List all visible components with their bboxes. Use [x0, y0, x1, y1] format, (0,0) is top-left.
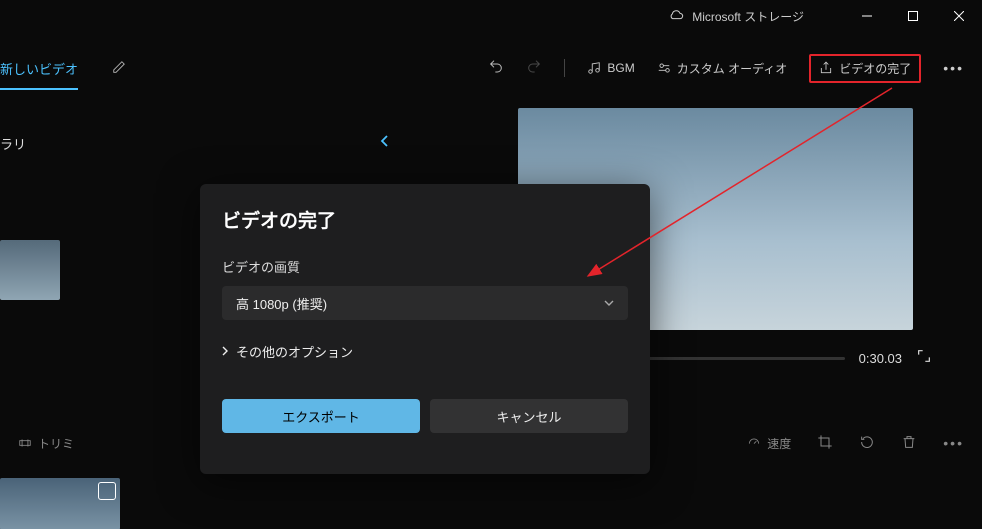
rotate-icon[interactable] — [859, 434, 875, 453]
time-display: 0:30.03 — [859, 351, 902, 366]
dialog-title: ビデオの完了 — [222, 206, 628, 233]
library-thumbnail[interactable] — [0, 240, 60, 300]
more-options-label: その他のオプション — [236, 342, 353, 361]
speed-button[interactable]: 速度 — [747, 435, 791, 452]
edit-icon[interactable] — [106, 54, 132, 83]
speed-icon — [747, 436, 761, 450]
crop-icon[interactable] — [817, 434, 833, 453]
quality-value: 高 1080p (推奨) — [236, 294, 327, 313]
dialog-buttons: エクスポート キャンセル — [222, 399, 628, 433]
trim-label: トリミ — [38, 435, 74, 452]
redo-button[interactable] — [526, 58, 542, 79]
maximize-button[interactable] — [890, 0, 936, 32]
trim-icon — [18, 436, 32, 450]
export-icon — [819, 61, 833, 75]
audio-icon — [657, 61, 671, 75]
more-options-toggle[interactable]: その他のオプション — [222, 342, 628, 361]
finish-video-label: ビデオの完了 — [839, 60, 911, 77]
storage-label: Microsoft ストレージ — [692, 8, 804, 25]
cancel-button[interactable]: キャンセル — [430, 399, 628, 433]
close-button[interactable] — [936, 0, 982, 32]
storage-indicator[interactable]: Microsoft ストレージ — [668, 8, 804, 25]
quality-select[interactable]: 高 1080p (推奨) — [222, 286, 628, 320]
titlebar: Microsoft ストレージ — [0, 0, 982, 32]
speed-label: 速度 — [767, 435, 791, 452]
custom-audio-button[interactable]: カスタム オーディオ — [657, 60, 788, 77]
fullscreen-icon[interactable] — [916, 348, 932, 369]
finish-video-button[interactable]: ビデオの完了 — [809, 54, 921, 83]
finish-video-dialog: ビデオの完了 ビデオの画質 高 1080p (推奨) その他のオプション エクス… — [200, 184, 650, 474]
quality-label: ビデオの画質 — [222, 257, 628, 276]
bgm-button[interactable]: BGM — [587, 61, 634, 75]
storyboard-clip[interactable] — [0, 478, 120, 529]
toolbar-divider — [564, 59, 565, 77]
more-button[interactable]: ••• — [943, 60, 964, 76]
cloud-icon — [668, 8, 684, 24]
minimize-button[interactable] — [844, 0, 890, 32]
delete-icon[interactable] — [901, 434, 917, 453]
bottom-more-button[interactable]: ••• — [943, 435, 964, 451]
trim-button[interactable]: トリミ — [18, 435, 74, 452]
tab-new-video[interactable]: 新しいビデオ — [0, 47, 78, 90]
bgm-label: BGM — [607, 61, 634, 75]
collapse-chevron-icon[interactable] — [380, 134, 390, 151]
library-label: ラリ — [0, 134, 26, 153]
custom-audio-label: カスタム オーディオ — [677, 60, 788, 77]
window-controls — [844, 0, 982, 32]
chevron-right-icon — [222, 344, 228, 359]
main-toolbar: 新しいビデオ BGM カスタム オーディオ ビデオの完了 ••• — [0, 44, 982, 92]
export-button[interactable]: エクスポート — [222, 399, 420, 433]
undo-button[interactable] — [488, 58, 504, 79]
chevron-down-icon — [604, 297, 614, 309]
music-icon — [587, 61, 601, 75]
clip-select-checkbox[interactable] — [98, 482, 116, 500]
